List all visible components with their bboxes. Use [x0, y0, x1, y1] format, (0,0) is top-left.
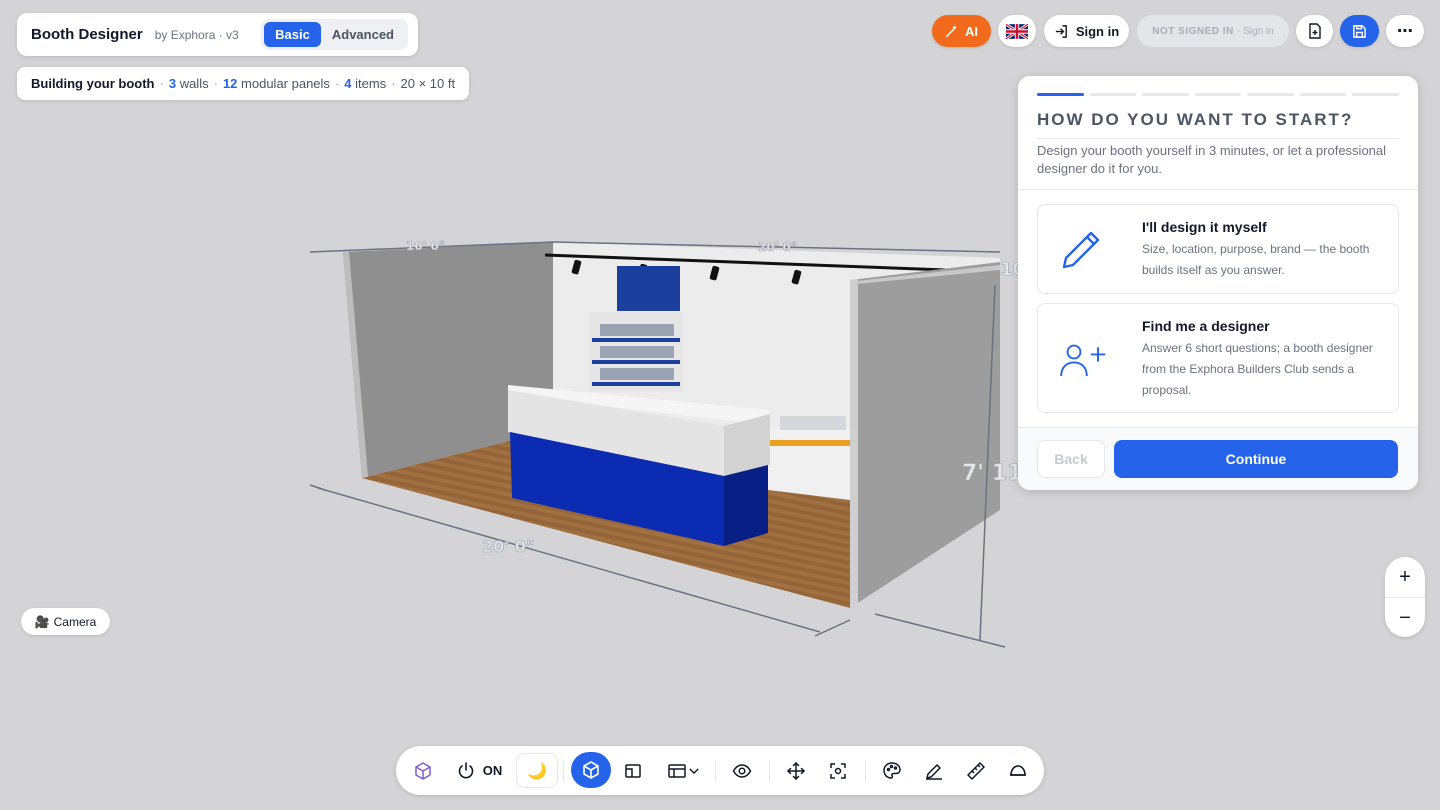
lighting-button[interactable]: [1003, 753, 1033, 788]
display-screen: [617, 266, 680, 311]
cube-outline-icon: [415, 761, 431, 780]
floppy-disk-icon: [1353, 24, 1366, 38]
progress-step: [1037, 93, 1084, 96]
walls-count: 3: [168, 76, 177, 91]
right-wall: [850, 262, 1000, 608]
pen-icon: [926, 763, 942, 780]
app-title: Booth Designer: [31, 26, 143, 43]
night-mode-button[interactable]: 🌙: [516, 753, 558, 788]
progress-step: [1194, 93, 1242, 96]
option1-description: Size, location, purpose, brand — the boo…: [1142, 242, 1370, 277]
move-tool-button[interactable]: [781, 753, 811, 788]
back-button[interactable]: Back: [1037, 440, 1105, 478]
stats-prefix: Building your booth: [31, 76, 155, 91]
theme-colors-button[interactable]: [877, 753, 907, 788]
measure-tool-button[interactable]: [961, 753, 991, 788]
option2-description: Answer 6 short questions; a booth design…: [1142, 341, 1373, 397]
mode-advanced-button[interactable]: Advanced: [321, 22, 405, 47]
wizard-title: HOW DO YOU WANT TO START?: [1037, 110, 1354, 129]
side-table: [768, 428, 850, 500]
mode-toggle: Basic Advanced: [261, 19, 408, 50]
video-camera-icon: 🎥: [34, 614, 50, 629]
progress-step: [1352, 93, 1400, 96]
dim-left-top: 10' 0": [406, 239, 445, 253]
sign-in-button[interactable]: Sign in: [1044, 15, 1129, 47]
cube-icon: [583, 761, 599, 779]
layout-icon: [668, 763, 686, 778]
ruler-icon: [967, 761, 985, 780]
bottom-toolbar: ON 🌙: [396, 746, 1044, 795]
option-find-designer[interactable]: Find me a designer Answer 6 short questi…: [1037, 303, 1399, 413]
zoom-in-button[interactable]: +: [1385, 557, 1425, 597]
focus-button[interactable]: [823, 753, 853, 788]
model-view-button[interactable]: [406, 753, 440, 788]
power-toggle[interactable]: ON: [454, 753, 504, 788]
wizard-description: Design your booth yourself in 3 minutes,…: [1037, 143, 1387, 176]
ai-label: AI: [965, 23, 978, 39]
continue-button[interactable]: Continue: [1114, 440, 1398, 478]
walls-label: walls: [179, 76, 209, 91]
focus-icon: [830, 762, 846, 779]
floorplan-view-button[interactable]: [618, 753, 648, 788]
camera-label: Camera: [53, 614, 97, 629]
dim-back: 20' 0": [758, 240, 797, 254]
more-dots-icon: ⋯: [1397, 23, 1413, 40]
login-icon: [1055, 24, 1067, 38]
progress-step: [1247, 93, 1294, 96]
uk-flag-icon: [1006, 23, 1028, 39]
file-add-icon: [1308, 23, 1321, 39]
floorplan-icon: [625, 763, 641, 778]
signin-status-text: NOT SIGNED IN: [1152, 25, 1234, 37]
more-menu-button[interactable]: ⋯: [1386, 15, 1424, 47]
wizard-footer: Back Continue: [1018, 427, 1418, 490]
3d-view-button[interactable]: [571, 752, 611, 788]
ai-button[interactable]: AI: [932, 15, 991, 47]
option1-title: I'll design it myself: [1142, 219, 1267, 235]
save-button[interactable]: [1340, 15, 1379, 47]
magic-wand-icon: [945, 24, 958, 38]
pencil-icon: [1062, 231, 1100, 269]
dome-light-icon: [1010, 764, 1026, 776]
zoom-out-button[interactable]: −: [1385, 597, 1425, 637]
power-state-label: ON: [482, 763, 503, 778]
add-user-icon: [1060, 344, 1106, 377]
power-icon: [458, 761, 474, 778]
panels-label: modular panels: [241, 76, 330, 91]
progress-step: [1142, 93, 1189, 96]
items-label: items: [355, 76, 387, 91]
language-button[interactable]: [998, 15, 1036, 47]
option-design-myself[interactable]: I'll design it myself Size, location, pu…: [1037, 204, 1399, 294]
dim-height: 7' 11: [962, 461, 1022, 486]
signin-status-badge: NOT SIGNED IN · Sign in: [1137, 15, 1289, 47]
move-icon: [786, 761, 806, 780]
palette-icon: [883, 761, 901, 779]
camera-button[interactable]: 🎥 Camera: [21, 608, 110, 635]
dim-front: 20' 0": [482, 537, 534, 556]
app-subtitle: by Exphora · v3: [154, 27, 239, 42]
items-count: 4: [344, 76, 352, 91]
signin-status-link[interactable]: Sign in: [1243, 26, 1274, 37]
zoom-controls: + −: [1385, 557, 1425, 637]
wizard-progress: [1037, 93, 1400, 96]
start-wizard-panel: HOW DO YOU WANT TO START? Design your bo…: [1018, 76, 1418, 490]
option2-title: Find me a designer: [1142, 318, 1270, 334]
export-document-button[interactable]: [1296, 15, 1333, 47]
mode-basic-button[interactable]: Basic: [264, 22, 321, 47]
layout-menu-button[interactable]: [664, 753, 704, 788]
chevron-down-icon: [689, 767, 699, 774]
progress-step: [1299, 93, 1347, 96]
booth-stats-bar: Building your booth · 3 walls · 12 modul…: [17, 67, 470, 100]
moon-icon: 🌙: [527, 762, 547, 780]
eye-icon: [732, 763, 752, 778]
progress-step: [1089, 93, 1137, 96]
visibility-button[interactable]: [727, 753, 757, 788]
panels-count: 12: [222, 76, 238, 91]
sign-in-label: Sign in: [1075, 23, 1120, 39]
draw-tool-button[interactable]: [919, 753, 949, 788]
booth-size: 20 × 10 ft: [400, 76, 456, 91]
title-card: Booth Designer by Exphora · v3 Basic Adv…: [17, 13, 418, 56]
